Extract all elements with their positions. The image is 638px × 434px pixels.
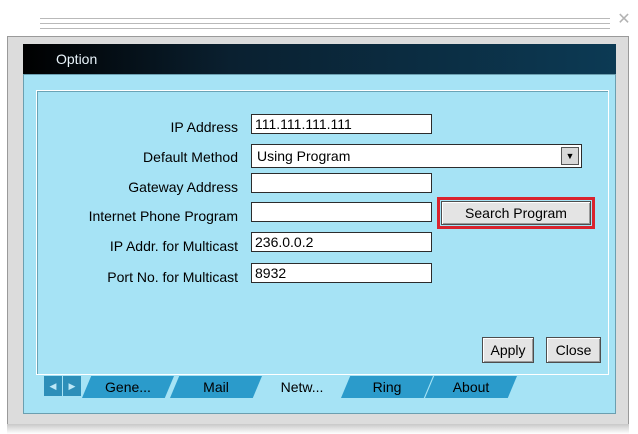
default-method-value: Using Program bbox=[257, 148, 351, 164]
tab-general[interactable]: Gene... bbox=[82, 376, 174, 398]
tab-about[interactable]: About bbox=[425, 376, 517, 398]
tab-network[interactable]: Netw... bbox=[256, 376, 348, 398]
tab-mail-label: Mail bbox=[203, 379, 229, 395]
tab-scroll-right-icon[interactable]: ▶ bbox=[63, 376, 81, 396]
multicast-ip-field[interactable] bbox=[251, 232, 432, 252]
tab-about-label: About bbox=[452, 379, 490, 395]
phone-program-label: Internet Phone Program bbox=[88, 208, 238, 224]
phone-program-field[interactable] bbox=[251, 202, 432, 222]
chevron-down-icon[interactable]: ▼ bbox=[561, 147, 579, 165]
default-method-label: Default Method bbox=[143, 149, 238, 165]
search-program-button[interactable]: Search Program bbox=[441, 201, 591, 225]
dialog-title: Option bbox=[56, 51, 98, 67]
ip-address-label: IP Address bbox=[170, 119, 238, 135]
tab-ring-label: Ring bbox=[372, 379, 402, 395]
tab-network-label: Netw... bbox=[280, 379, 324, 395]
tab-mail[interactable]: Mail bbox=[170, 376, 262, 398]
window-shadow bbox=[7, 424, 629, 434]
multicast-ip-label: IP Addr. for Multicast bbox=[109, 238, 238, 254]
close-icon[interactable]: ✕ bbox=[616, 12, 632, 28]
multicast-port-label: Port No. for Multicast bbox=[107, 269, 238, 285]
tab-scroll-arrows: ◀ ▶ bbox=[44, 376, 82, 396]
close-button[interactable]: Close bbox=[546, 337, 601, 363]
grip-lines bbox=[40, 18, 610, 38]
default-method-select[interactable]: Using Program ▼ bbox=[251, 144, 582, 168]
tab-general-label: Gene... bbox=[105, 379, 151, 395]
apply-button[interactable]: Apply bbox=[482, 337, 534, 363]
multicast-port-field[interactable] bbox=[251, 263, 432, 283]
dialog-titlebar: Option bbox=[23, 44, 616, 74]
ip-address-field[interactable] bbox=[251, 114, 432, 134]
gateway-address-field[interactable] bbox=[251, 173, 432, 193]
tab-scroll-left-icon[interactable]: ◀ bbox=[44, 376, 62, 396]
gateway-address-label: Gateway Address bbox=[128, 179, 238, 195]
tab-ring[interactable]: Ring bbox=[341, 376, 433, 398]
